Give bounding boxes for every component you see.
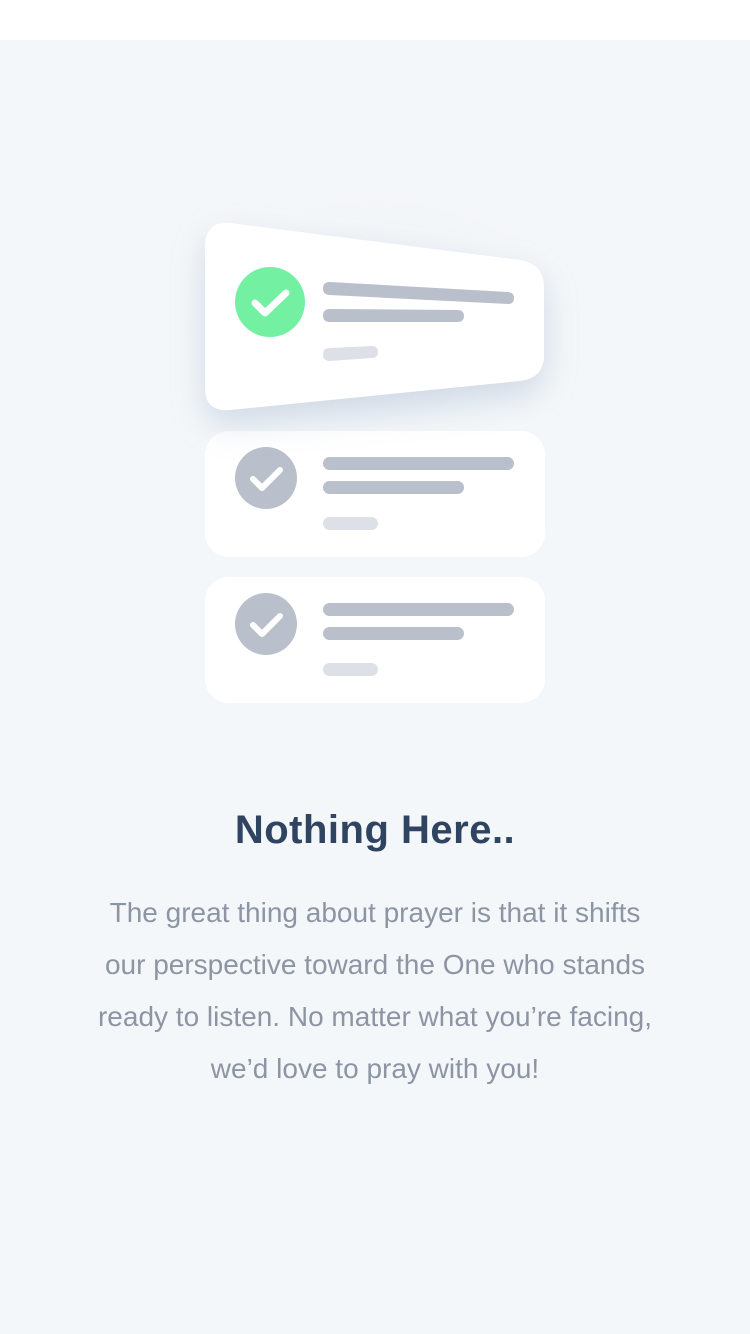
empty-state-title: Nothing Here.. xyxy=(234,808,516,852)
text-line-placeholder xyxy=(323,663,378,676)
check-circle-icon xyxy=(235,447,297,509)
text-line-placeholder xyxy=(323,603,514,616)
text-line-placeholder xyxy=(323,481,464,494)
empty-state-screen: Nothing Here.. The great thing about pra… xyxy=(0,40,750,1334)
text-line-placeholder xyxy=(323,517,378,530)
status-bar xyxy=(0,0,750,40)
empty-list-illustration xyxy=(135,170,615,703)
text-line-placeholder xyxy=(323,457,514,470)
empty-state-message: The great thing about prayer is that it … xyxy=(97,897,653,1084)
list-card-3 xyxy=(205,577,545,703)
list-card-2 xyxy=(205,431,545,557)
check-circle-icon xyxy=(235,593,297,655)
text-line-placeholder xyxy=(323,309,464,322)
text-line-placeholder xyxy=(323,627,464,640)
check-circle-icon xyxy=(235,267,305,337)
